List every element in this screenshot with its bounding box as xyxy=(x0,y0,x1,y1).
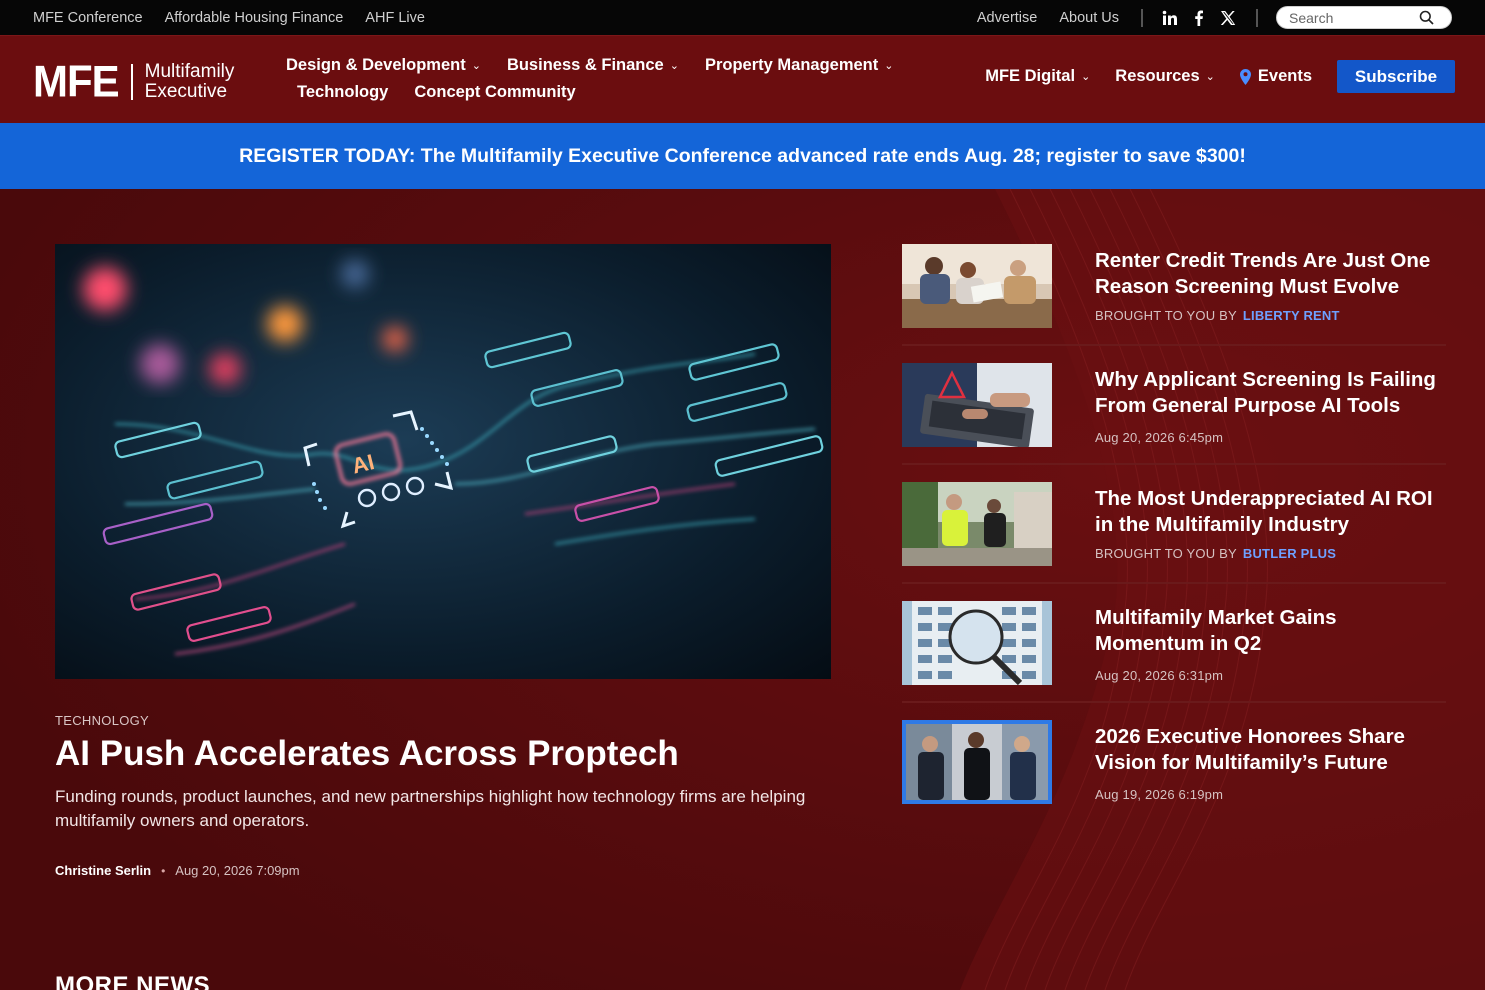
utility-right: Advertise About Us xyxy=(977,0,1452,35)
article-thumbnail[interactable] xyxy=(902,601,1052,685)
nav-property-management[interactable]: Property Management ⌄ xyxy=(705,56,894,75)
promo-banner[interactable]: REGISTER TODAY: The Multifamily Executiv… xyxy=(0,123,1485,189)
nav-row-2: Technology Concept Community xyxy=(286,79,926,106)
banner-text[interactable]: REGISTER TODAY: The Multifamily Executiv… xyxy=(239,145,1246,168)
search-input[interactable] xyxy=(1289,9,1419,26)
article-meta: Aug 19, 2026 6:19pm xyxy=(1095,787,1223,802)
nav-resources[interactable]: Resources ⌄ xyxy=(1115,67,1215,86)
logo-line-1: Multifamily xyxy=(144,61,235,82)
chevron-down-icon: ⌄ xyxy=(1205,71,1215,83)
chevron-down-icon: ⌄ xyxy=(471,60,481,72)
primary-nav: Design & Development ⌄ Business & Finance… xyxy=(286,52,926,106)
article-meta: BROUGHT TO YOU BY LIBERTY RENT xyxy=(1095,308,1340,323)
nav-design-development[interactable]: Design & Development ⌄ xyxy=(286,56,481,75)
article-meta: BROUGHT TO YOU BY BUTLER PLUS xyxy=(1095,546,1336,561)
more-news-heading: MORE NEWS xyxy=(55,972,211,990)
linkedin-icon[interactable] xyxy=(1161,9,1179,27)
author-name[interactable]: Christine Serlin xyxy=(55,863,151,878)
nav-concept-community[interactable]: Concept Community xyxy=(414,83,575,102)
article-title[interactable]: 2026 Executive Honorees Share Vision for… xyxy=(1095,724,1451,776)
article-thumbnail[interactable] xyxy=(902,244,1052,328)
divider xyxy=(902,463,1446,465)
sidebar-article[interactable]: Multifamily Market Gains Momentum in Q2 … xyxy=(902,601,1446,704)
article-title[interactable]: The Most Underappreciated AI ROI in the … xyxy=(1095,486,1451,538)
utility-links: MFE Conference Affordable Housing Financ… xyxy=(33,0,425,35)
article-meta: Aug 20, 2026 6:45pm xyxy=(1095,430,1223,445)
article-date: Aug 20, 2026 6:45pm xyxy=(1095,430,1224,445)
chevron-down-icon: ⌄ xyxy=(884,60,894,72)
article-title[interactable]: Why Applicant Screening Is Failing From … xyxy=(1095,367,1451,419)
article-title[interactable]: Multifamily Market Gains Momentum in Q2 xyxy=(1095,605,1451,657)
article-date: Aug 19, 2026 6:19pm xyxy=(1095,787,1224,802)
nav-label: Resources xyxy=(1115,67,1200,85)
hero-category[interactable]: TECHNOLOGY xyxy=(55,713,149,728)
main-content: AI TECHNOLOGY AI Push Accelerates Across… xyxy=(0,189,1485,990)
logo-line-2: Executive xyxy=(144,81,228,102)
separator-dot: • xyxy=(161,863,166,878)
sidebar-article[interactable]: Why Applicant Screening Is Failing From … xyxy=(902,363,1446,466)
hero-summary: Funding rounds, product launches, and ne… xyxy=(55,787,806,830)
sidebar-article[interactable]: The Most Underappreciated AI ROI in the … xyxy=(902,482,1446,585)
sponsor-prefix: BROUGHT TO YOU BY xyxy=(1095,308,1237,323)
chevron-down-icon: ⌄ xyxy=(1081,71,1091,83)
article-thumbnail[interactable] xyxy=(902,482,1052,566)
article-thumbnail[interactable] xyxy=(902,720,1052,804)
nav-label: Events xyxy=(1257,67,1312,85)
sidebar-article[interactable]: 2026 Executive Honorees Share Vision for… xyxy=(902,720,1446,823)
link-affordable-housing-finance[interactable]: Affordable Housing Finance xyxy=(165,10,344,26)
link-about-us[interactable]: About Us xyxy=(1059,10,1119,26)
logo-wordmark: Multifamily Executive xyxy=(145,62,235,102)
hero-byline: Christine Serlin • Aug 20, 2026 7:09pm xyxy=(55,863,300,878)
x-icon[interactable] xyxy=(1219,9,1237,27)
article-thumbnail[interactable] xyxy=(902,363,1052,447)
logo-mark: MFE xyxy=(33,56,120,107)
top-utility-bar: MFE Conference Affordable Housing Financ… xyxy=(0,0,1485,35)
search-box[interactable] xyxy=(1276,6,1452,29)
link-advertise[interactable]: Advertise xyxy=(977,10,1037,26)
link-mfe-conference[interactable]: MFE Conference xyxy=(33,10,143,26)
article-title[interactable]: Renter Credit Trends Are Just One Reason… xyxy=(1095,248,1451,300)
nav-label: Property Management xyxy=(704,56,879,74)
divider xyxy=(902,582,1446,584)
nav-label: Design & Development xyxy=(286,56,466,74)
nav-mfe-digital[interactable]: MFE Digital ⌄ xyxy=(985,67,1090,86)
link-ahf-live[interactable]: AHF Live xyxy=(365,10,425,26)
location-pin-icon xyxy=(1239,68,1251,85)
divider xyxy=(902,344,1446,346)
divider xyxy=(902,701,1446,703)
main-header: MFE Multifamily Executive Design & Devel… xyxy=(0,35,1485,123)
sponsor-prefix: BROUGHT TO YOU BY xyxy=(1095,546,1237,561)
facebook-icon[interactable] xyxy=(1190,9,1208,27)
nav-business-finance[interactable]: Business & Finance ⌄ xyxy=(507,56,679,75)
article-date: Aug 20, 2026 6:31pm xyxy=(1095,668,1224,683)
logo-divider xyxy=(130,64,133,100)
nav-label: Business & Finance xyxy=(506,56,664,74)
search-icon[interactable] xyxy=(1419,10,1434,25)
hero-title[interactable]: AI Push Accelerates Across Proptech xyxy=(55,734,679,774)
divider xyxy=(1141,8,1143,27)
sidebar-article[interactable]: Renter Credit Trends Are Just One Reason… xyxy=(902,244,1446,347)
secondary-nav: MFE Digital ⌄ Resources ⌄ Events Subscribe xyxy=(985,60,1455,93)
nav-label: MFE Digital xyxy=(985,67,1076,85)
mfe-logo[interactable]: MFE Multifamily Executive xyxy=(33,56,235,107)
divider xyxy=(1256,8,1258,27)
nav-technology[interactable]: Technology xyxy=(297,83,388,102)
publish-date: Aug 20, 2026 7:09pm xyxy=(175,863,300,878)
chevron-down-icon: ⌄ xyxy=(669,60,679,72)
nav-events[interactable]: Events xyxy=(1239,67,1312,86)
hero-image[interactable]: AI xyxy=(55,244,831,679)
sponsor-link[interactable]: BUTLER PLUS xyxy=(1243,546,1336,561)
nav-row-1: Design & Development ⌄ Business & Finance… xyxy=(286,52,926,79)
sponsor-link[interactable]: LIBERTY RENT xyxy=(1243,308,1340,323)
article-meta: Aug 20, 2026 6:31pm xyxy=(1095,668,1223,683)
subscribe-button[interactable]: Subscribe xyxy=(1337,60,1455,93)
